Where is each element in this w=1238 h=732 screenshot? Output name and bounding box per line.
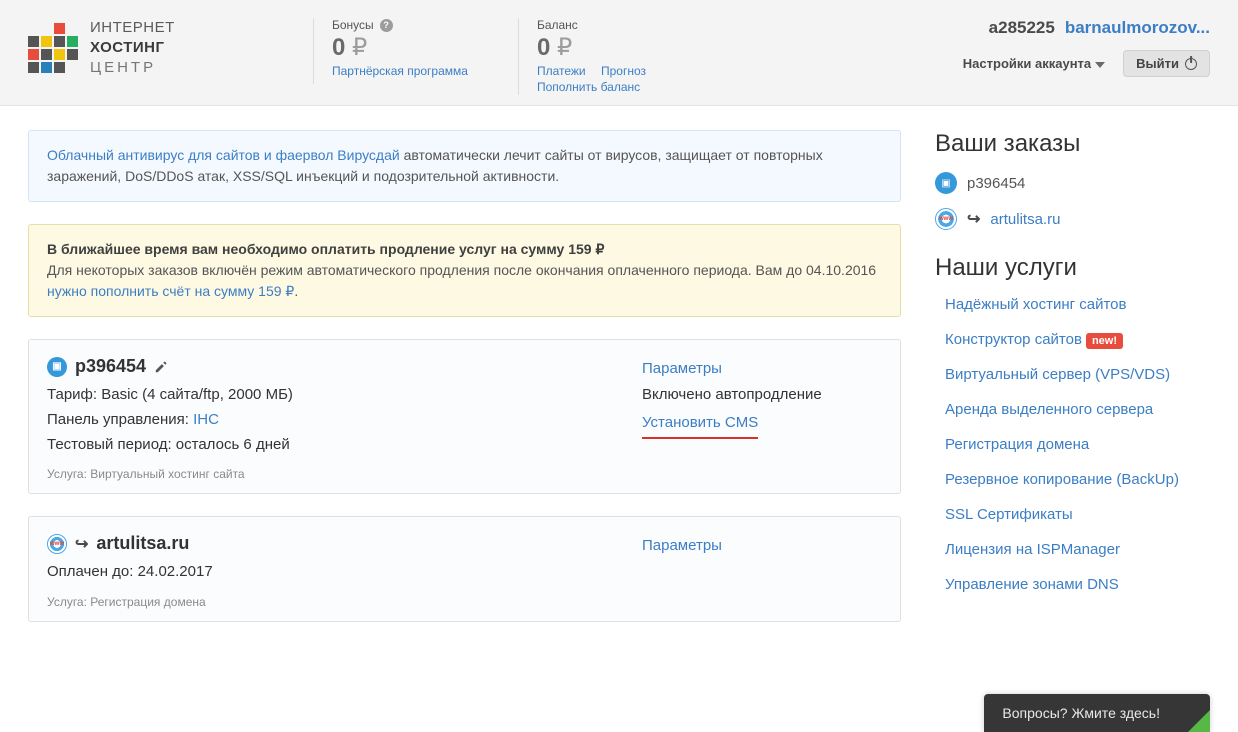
chat-widget[interactable]: Вопросы? Жмите здесь! [984,694,1210,732]
params-link[interactable]: Параметры [642,537,722,554]
params-link[interactable]: Параметры [642,360,722,377]
topup-link[interactable]: Пополнить баланс [537,80,640,94]
balance-value: 0 ₽ [537,33,658,62]
service-link[interactable]: Аренда выделенного сервера [945,401,1210,418]
edit-icon[interactable] [154,360,168,374]
logo[interactable]: ИНТЕРНЕТ ХОСТИНГ ЦЕНТР [28,18,313,77]
service-link[interactable]: Надёжный хостинг сайтов [945,296,1210,313]
domain-icon [47,534,67,554]
service-link[interactable]: Виртуальный сервер (VPS/VDS) [945,366,1210,383]
payments-link[interactable]: Платежи [537,64,586,78]
logo-text-3: ЦЕНТР [90,58,175,78]
power-icon [1185,58,1197,70]
bonus-label: Бонусы [332,18,374,32]
topup-warning-link[interactable]: нужно пополнить счёт на сумму 159 ₽ [47,283,294,299]
hosting-icon: ▣ [935,172,957,194]
account-settings-dropdown[interactable]: Настройки аккаунта [963,56,1105,71]
service-link[interactable]: Лицензия на ISPManager [945,541,1210,558]
hosting-icon: ▣ [47,357,67,377]
order-card-hosting: ▣ p396454 Тариф: Basic (4 сайта/ftp, 200… [28,339,901,494]
chevron-down-icon [1095,62,1105,68]
logo-text-2: ХОСТИНГ [90,38,175,58]
sidebar: Ваши заказы ▣ p396454 ↪ artulitsa.ru Наш… [935,130,1210,593]
autorenew-text: Включено автопродление [642,382,882,408]
help-icon[interactable]: ? [380,19,393,32]
logout-button[interactable]: Выйти [1123,50,1210,77]
user-block: a285225 barnaulmorozov... Настройки акка… [963,18,1210,77]
payment-warning-box: В ближайшее время вам необходимо оплатит… [28,224,901,317]
partner-link[interactable]: Партнёрская программа [332,64,468,78]
services-list: Надёжный хостинг сайтов Конструктор сайт… [935,296,1210,593]
balance-stat: Баланс 0 ₽ Платежи Прогноз Пополнить бал… [518,18,696,95]
sidebar-order-item[interactable]: ▣ p396454 [935,172,1210,194]
balance-label: Баланс [537,18,578,32]
service-link[interactable]: Регистрация домена [945,436,1210,453]
bonus-stat: Бонусы ? 0 ₽ Партнёрская программа [313,18,518,84]
chat-corner-icon [1188,710,1210,732]
panel-link[interactable]: IHC [193,411,219,428]
order-title: artulitsa.ru [96,533,189,554]
service-link[interactable]: Управление зонами DNS [945,576,1210,593]
top-bar: ИНТЕРНЕТ ХОСТИНГ ЦЕНТР Бонусы ? 0 ₽ Парт… [0,0,1238,106]
domain-icon [935,208,957,230]
order-title: p396454 [75,356,146,377]
orders-heading: Ваши заказы [935,130,1210,158]
bonus-value: 0 ₽ [332,33,480,62]
user-name-link[interactable]: barnaulmorozov... [1065,18,1210,38]
forecast-link[interactable]: Прогноз [601,64,646,78]
install-cms-link[interactable]: Установить CMS [642,414,758,431]
redirect-icon: ↪ [967,209,980,229]
order-card-domain: ↪ artulitsa.ru Оплачен до: 24.02.2017 Ус… [28,516,901,622]
service-link[interactable]: SSL Сертификаты [945,506,1210,523]
service-link[interactable]: Резервное копирование (BackUp) [945,471,1210,488]
redirect-icon: ↪ [75,534,88,554]
service-link[interactable]: Конструктор сайтов [945,331,1082,348]
sidebar-order-item[interactable]: ↪ artulitsa.ru [935,208,1210,230]
logo-icon [28,23,78,73]
user-id: a285225 [989,18,1055,38]
antivirus-link[interactable]: Облачный антивирус для сайтов и фаервол … [47,147,400,163]
warning-headline: В ближайшее время вам необходимо оплатит… [47,241,604,257]
new-badge: new! [1086,333,1123,349]
services-heading: Наши услуги [935,254,1210,282]
logo-text-1: ИНТЕРНЕТ [90,18,175,38]
antivirus-info-box: Облачный антивирус для сайтов и фаервол … [28,130,901,202]
